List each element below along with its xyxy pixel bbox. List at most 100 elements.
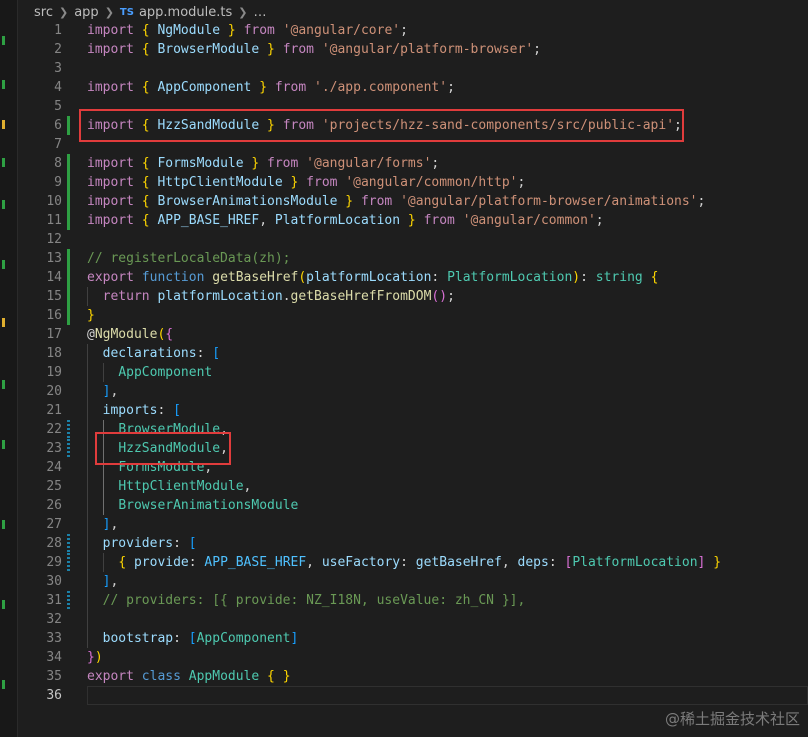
code-token: : bbox=[196, 346, 213, 361]
code-line[interactable]: 28 providers: [ bbox=[18, 534, 808, 553]
code-content: HzzSandModule, bbox=[87, 439, 228, 458]
code-token: import bbox=[87, 42, 134, 57]
code-line[interactable]: 21 imports: [ bbox=[18, 401, 808, 420]
code-line[interactable]: 22 BrowserModule, bbox=[18, 420, 808, 439]
code-line[interactable]: 23 HzzSandModule, bbox=[18, 439, 808, 458]
code-content: import { BrowserModule } from '@angular/… bbox=[87, 40, 541, 59]
code-line[interactable]: 15 return platformLocation.getBaseHrefFr… bbox=[18, 287, 808, 306]
code-line[interactable]: 9 import { HttpClientModule } from '@angu… bbox=[18, 173, 808, 192]
code-token: ; bbox=[447, 289, 455, 304]
code-token: . bbox=[282, 289, 291, 304]
line-number: 30 bbox=[46, 574, 62, 589]
code-token: { bbox=[141, 42, 150, 57]
code-line[interactable]: 24 FormsModule, bbox=[18, 458, 808, 477]
code-line[interactable]: 36 bbox=[18, 686, 808, 705]
code-line[interactable]: 19 AppComponent bbox=[18, 363, 808, 382]
code-content: declarations: [ bbox=[87, 344, 220, 363]
code-content: BrowserModule, bbox=[87, 420, 228, 439]
code-token: PlatformLocation bbox=[274, 213, 401, 228]
code-content: { provide: APP_BASE_HREF, useFactory: ge… bbox=[87, 553, 721, 572]
code-line[interactable]: 30 ], bbox=[18, 572, 808, 591]
code-line[interactable]: 13 // registerLocaleData(zh); bbox=[18, 249, 808, 268]
code-editor[interactable]: 1 import { NgModule } from '@angular/core… bbox=[18, 21, 808, 737]
line-number: 29 bbox=[46, 555, 62, 570]
code-token: , bbox=[501, 555, 518, 570]
code-line[interactable]: 17 @NgModule({ bbox=[18, 325, 808, 344]
code-token: deps bbox=[517, 555, 549, 570]
code-content: FormsModule, bbox=[87, 458, 212, 477]
line-number: 22 bbox=[46, 422, 62, 437]
code-line[interactable]: 31 // providers: [{ provide: NZ_I18N, us… bbox=[18, 591, 808, 610]
code-token: HttpClientModule bbox=[157, 175, 283, 190]
code-line[interactable]: 33 bootstrap: [AppComponent] bbox=[18, 629, 808, 648]
code-token: getBaseHref bbox=[212, 270, 299, 285]
code-token: BrowserModule bbox=[157, 42, 260, 57]
code-line[interactable]: 26 BrowserAnimationsModule bbox=[18, 496, 808, 515]
code-token: BrowserModule bbox=[118, 422, 221, 437]
code-content: AppComponent bbox=[87, 363, 212, 382]
breadcrumb-item-app[interactable]: app bbox=[74, 5, 98, 20]
code-line[interactable]: 27 ], bbox=[18, 515, 808, 534]
code-line[interactable]: 5 bbox=[18, 97, 808, 116]
code-line[interactable]: 8 import { FormsModule } from '@angular/f… bbox=[18, 154, 808, 173]
code-token: PlatformLocation bbox=[447, 270, 573, 285]
code-token: getBaseHref bbox=[415, 555, 502, 570]
line-number: 14 bbox=[46, 270, 62, 285]
code-token: { bbox=[267, 669, 275, 684]
code-token: import bbox=[87, 194, 134, 209]
code-token: , bbox=[110, 574, 119, 589]
code-token: AppModule bbox=[188, 669, 260, 684]
code-line[interactable]: 29 { provide: APP_BASE_HREF, useFactory:… bbox=[18, 553, 808, 572]
code-line[interactable]: 4 import { AppComponent } from './app.com… bbox=[18, 78, 808, 97]
code-line[interactable]: 11 import { APP_BASE_HREF, PlatformLocati… bbox=[18, 211, 808, 230]
code-line[interactable]: 2 import { BrowserModule } from '@angular… bbox=[18, 40, 808, 59]
code-line[interactable]: 18 declarations: [ bbox=[18, 344, 808, 363]
code-content: import { HttpClientModule } from '@angul… bbox=[87, 173, 525, 192]
code-line[interactable]: 1 import { NgModule } from '@angular/core… bbox=[18, 21, 808, 40]
chevron-right-icon: ❯ bbox=[238, 5, 248, 19]
code-line[interactable]: 7 bbox=[18, 135, 808, 154]
code-line[interactable]: 16} bbox=[18, 306, 808, 325]
code-token: import bbox=[87, 23, 134, 38]
code-line[interactable]: 6 import { HzzSandModule } from 'projects… bbox=[18, 116, 808, 135]
code-line[interactable]: 14 export function getBaseHref(platformLo… bbox=[18, 268, 808, 287]
code-token: , bbox=[259, 213, 275, 228]
explorer-marker bbox=[2, 380, 5, 389]
explorer-marker bbox=[2, 200, 5, 209]
code-line[interactable]: 34}) bbox=[18, 648, 808, 667]
line-number: 17 bbox=[46, 327, 62, 342]
code-line[interactable]: 35 export class AppModule { } bbox=[18, 667, 808, 686]
code-line[interactable]: 25 HttpClientModule, bbox=[18, 477, 808, 496]
code-line[interactable]: 20 ], bbox=[18, 382, 808, 401]
breadcrumb-item-symbols[interactable]: … bbox=[253, 5, 266, 20]
code-token: AppComponent bbox=[196, 631, 291, 646]
breadcrumb-item-src[interactable]: src bbox=[34, 5, 53, 20]
code-token: ; bbox=[674, 118, 682, 133]
explorer-marker bbox=[2, 440, 5, 449]
code-token: } bbox=[345, 194, 354, 209]
line-number: 6 bbox=[54, 118, 62, 133]
code-line[interactable]: 12 bbox=[18, 230, 808, 249]
code-token: { bbox=[118, 555, 127, 570]
code-line[interactable]: 32 bbox=[18, 610, 808, 629]
code-token: : bbox=[173, 631, 189, 646]
breadcrumb-item-file[interactable]: app.module.ts bbox=[139, 5, 232, 20]
code-content: ], bbox=[87, 572, 119, 591]
code-line[interactable]: 3 bbox=[18, 59, 808, 78]
line-number: 4 bbox=[54, 80, 62, 95]
code-line[interactable]: 10 import { BrowserAnimationsModule } fro… bbox=[18, 192, 808, 211]
